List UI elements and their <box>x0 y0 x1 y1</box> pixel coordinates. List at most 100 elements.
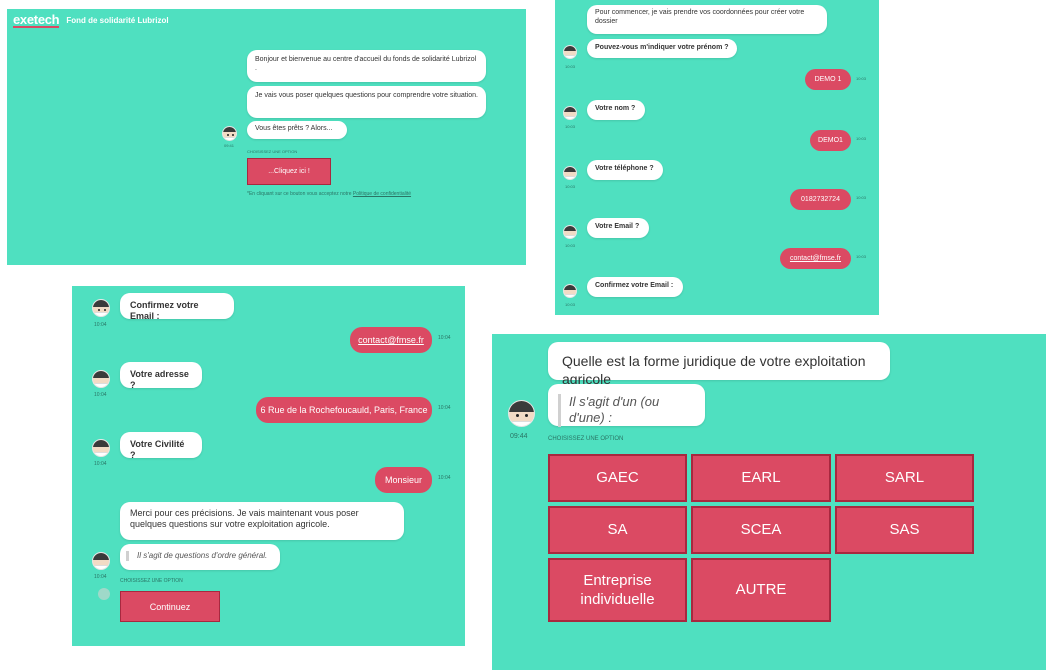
bot-message: Quelle est la forme juridique de votre e… <box>548 342 890 387</box>
bot-avatar-icon <box>92 299 110 317</box>
bot-message: Votre nom ? <box>587 100 645 120</box>
app-title: Fond de solidarité Lubrizol <box>66 16 169 25</box>
message-time: 10:04 <box>94 392 107 398</box>
bot-message: Il s'agit de questions d'ordre général. <box>120 544 280 570</box>
user-message: 0182732724 <box>790 189 851 210</box>
bot-avatar-icon <box>563 284 577 298</box>
message-text: Votre téléphone ? <box>595 165 654 172</box>
bot-avatar-icon <box>222 126 237 141</box>
message-text: Confirmez votre Email : <box>595 282 674 289</box>
message-time: 09:41 <box>224 143 235 148</box>
button-label: Continuez <box>149 601 191 612</box>
bot-message: Pouvez-vous m'indiquer votre prénom ? <box>587 39 737 58</box>
option-sa-button[interactable]: SA <box>548 506 687 554</box>
option-label: SARL <box>884 469 925 487</box>
message-time: 09:44 <box>510 433 528 440</box>
bot-avatar-icon <box>92 552 110 570</box>
message-time: 10:03 <box>565 124 576 129</box>
address-panel: Confirmez votre Email : 10:04 contact@fm… <box>72 286 465 646</box>
message-time: 10:04 <box>438 335 451 341</box>
email-link[interactable]: contact@fmse.fr <box>358 335 424 345</box>
click-here-button[interactable]: ...Cliquez ici ! <box>247 158 331 185</box>
bot-avatar-icon <box>563 106 577 120</box>
bot-avatar-icon <box>563 225 577 239</box>
option-autre-button[interactable]: AUTRE <box>691 558 831 622</box>
choose-option-label: CHOISISSEZ UNE OPTION <box>548 436 624 442</box>
message-time: 10:04 <box>94 461 107 467</box>
message-text: DEMO1 <box>818 137 843 144</box>
message-text: Pouvez-vous m'indiquer votre prénom ? <box>595 44 729 51</box>
contact-info-panel: Pour commencer, je vais prendre vos coor… <box>555 0 879 315</box>
option-gaec-button[interactable]: GAEC <box>548 454 687 502</box>
bot-message: Votre adresse ? <box>120 362 202 391</box>
message-text: Bonjour et bienvenue au centre d'accueil… <box>255 56 477 72</box>
bot-message: Votre Civilité ? <box>120 432 202 461</box>
message-text: 0182732724 <box>801 196 840 203</box>
option-scea-button[interactable]: SCEA <box>691 506 831 554</box>
bot-avatar-icon <box>92 370 110 388</box>
message-time: 10:03 <box>856 136 867 141</box>
user-message: contact@fmse.fr <box>780 248 851 269</box>
option-label: SAS <box>889 521 920 539</box>
bot-message: Bonjour et bienvenue au centre d'accueil… <box>247 50 486 82</box>
bot-message: Pour commencer, je vais prendre vos coor… <box>587 5 827 34</box>
continue-button[interactable]: Continuez <box>120 591 220 622</box>
message-time: 10:03 <box>565 184 576 189</box>
message-time: 10:04 <box>438 405 451 411</box>
option-label: GAEC <box>596 469 639 487</box>
message-time: 10:03 <box>565 243 576 248</box>
message-text: Votre Civilité ? <box>130 439 185 461</box>
message-quote: Il s'agit d'un (ou d'une) : <box>558 394 695 427</box>
choose-option-label: CHOISISSEZ UNE OPTION <box>120 578 183 584</box>
option-label: Entreprise individuelle <box>580 571 655 609</box>
option-label: EARL <box>741 469 781 487</box>
message-text: Votre Email ? <box>595 223 640 230</box>
option-earl-button[interactable]: EARL <box>691 454 831 502</box>
option-label: AUTRE <box>735 581 787 599</box>
option-sas-button[interactable]: SAS <box>835 506 974 554</box>
message-time: 10:03 <box>856 254 867 259</box>
bot-message: Vous êtes prêts ? Alors... <box>247 121 347 139</box>
button-label: ...Cliquez ici ! <box>268 168 310 175</box>
message-time: 10:04 <box>438 475 451 481</box>
message-time: 10:03 <box>565 302 576 307</box>
message-text: DEMO 1 <box>814 76 842 83</box>
bot-avatar-icon <box>563 166 577 180</box>
user-message: contact@fmse.fr <box>350 327 432 353</box>
user-message: 6 Rue de la Rochefoucauld, Paris, France <box>256 397 432 423</box>
message-text: 6 Rue de la Rochefoucauld, Paris, France <box>260 405 428 415</box>
message-time: 10:03 <box>565 64 576 69</box>
user-message: Monsieur <box>375 467 432 493</box>
choose-option-label: CHOISISSEZ UNE OPTION <box>247 149 298 154</box>
user-message: DEMO 1 <box>805 69 851 90</box>
scroll-indicator-icon <box>98 588 110 600</box>
message-text: Vous êtes prêts ? Alors... <box>255 125 333 132</box>
email-link[interactable]: contact@fmse.fr <box>790 255 841 262</box>
message-text: Pour commencer, je vais prendre vos coor… <box>595 9 805 25</box>
disclaimer-text: *En cliquant sur ce bouton vous acceptez… <box>247 191 352 197</box>
message-text: Confirmez votre Email : <box>130 300 199 322</box>
privacy-policy-link[interactable]: Politique de confidentialité <box>353 191 411 197</box>
legal-form-panel: Quelle est la forme juridique de votre e… <box>492 334 1046 670</box>
message-text: Votre nom ? <box>595 105 636 112</box>
bot-message: Confirmez votre Email : <box>587 277 683 297</box>
message-text: Quelle est la forme juridique de votre e… <box>562 353 866 387</box>
option-sarl-button[interactable]: SARL <box>835 454 974 502</box>
option-label: SA <box>607 521 628 539</box>
message-quote: Il s'agit de questions d'ordre général. <box>126 551 274 561</box>
message-text: Votre adresse ? <box>130 369 189 391</box>
user-message: DEMO1 <box>810 130 851 151</box>
bot-message: Je vais vous poser quelques questions po… <box>247 86 486 118</box>
message-time: 10:04 <box>94 574 107 580</box>
option-entreprise-individuelle-button[interactable]: Entreprise individuelle <box>548 558 687 622</box>
message-text: Monsieur <box>384 475 422 485</box>
privacy-disclaimer: *En cliquant sur ce bouton vous acceptez… <box>247 191 411 197</box>
bot-avatar-icon <box>92 439 110 457</box>
welcome-panel: exetech Fond de solidarité Lubrizol Bonj… <box>7 9 526 265</box>
bot-message: Votre téléphone ? <box>587 160 663 180</box>
bot-message: Il s'agit d'un (ou d'une) : <box>548 384 705 427</box>
bot-avatar-icon <box>508 400 535 427</box>
bot-avatar-icon <box>563 45 577 59</box>
message-time: 10:03 <box>856 195 867 200</box>
message-text: Merci pour ces précisions. Je vais maint… <box>130 508 359 530</box>
